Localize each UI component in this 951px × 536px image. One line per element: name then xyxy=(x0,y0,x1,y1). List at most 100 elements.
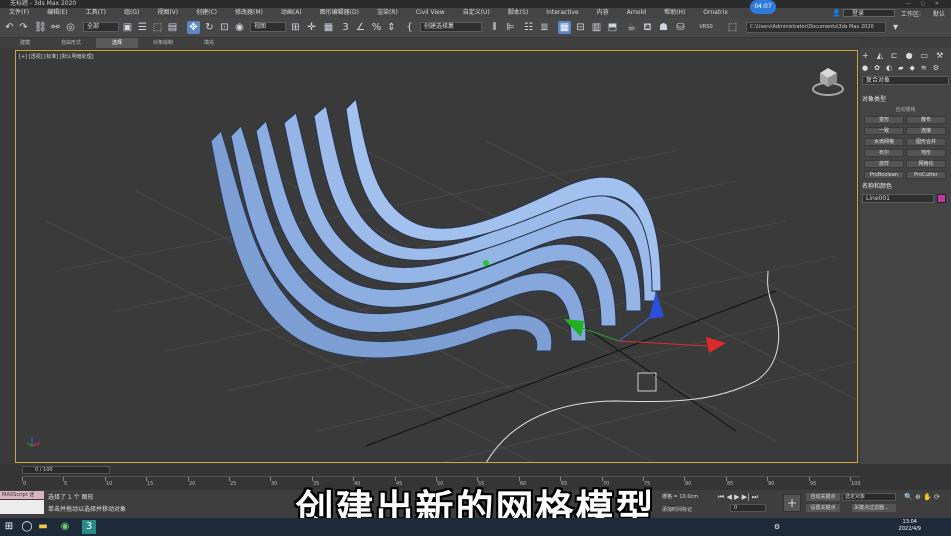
lights-icon[interactable]: ◐ xyxy=(886,64,892,72)
snaps-toggle-icon[interactable]: 3 xyxy=(339,21,352,34)
link-icon[interactable]: ⛓ xyxy=(34,21,47,34)
tab-freeform[interactable]: 自由形式 xyxy=(50,38,92,48)
viewcube-icon[interactable] xyxy=(812,68,844,96)
window-controls[interactable]: — ▢ ✕ xyxy=(906,1,943,7)
render-production-icon[interactable]: ⛾ xyxy=(641,21,654,34)
tab-object-paint[interactable]: 对象绘制 xyxy=(142,38,184,48)
scene-explorer-icon[interactable]: ≣ xyxy=(538,21,551,34)
connect-button[interactable]: 连接 xyxy=(906,127,946,135)
select-object-icon[interactable]: ▣ xyxy=(121,21,134,34)
cameras-icon[interactable]: ▰ xyxy=(898,64,903,72)
tab-modeling[interactable]: 建模 xyxy=(4,38,46,48)
conform-button[interactable]: 一致 xyxy=(864,127,904,135)
edit-named-selection-icon[interactable]: { xyxy=(403,21,416,34)
redo-icon[interactable]: ↷ xyxy=(17,21,30,34)
selection-filter-dropdown[interactable]: 全部 xyxy=(83,22,119,32)
scatter-button[interactable]: 散布 xyxy=(906,116,946,124)
vray-render-icon[interactable]: ⛁ xyxy=(674,21,687,34)
terrain-button[interactable]: 地形 xyxy=(906,149,946,157)
menu-modifiers[interactable]: 修改器(M) xyxy=(226,8,272,18)
menu-create[interactable]: 创建(C) xyxy=(187,8,226,18)
loft-button[interactable]: 放样 xyxy=(864,160,904,168)
menu-graph-editors[interactable]: 图形编辑器(D) xyxy=(311,8,368,18)
modify-tab-icon[interactable]: ◭ xyxy=(877,51,883,60)
keyboard-shortcut-icon[interactable]: ▦ xyxy=(322,21,335,34)
menu-content[interactable]: 内容 xyxy=(588,8,618,18)
select-manipulate-icon[interactable]: ✛ xyxy=(305,21,318,34)
select-and-rotate-icon[interactable]: ↻ xyxy=(203,21,216,34)
select-by-name-icon[interactable]: ☰ xyxy=(136,21,149,34)
layer-explorer-icon[interactable]: ☷ xyxy=(522,21,535,34)
percent-snap-icon[interactable]: % xyxy=(370,21,383,34)
shapes-icon[interactable]: ✿ xyxy=(874,64,880,72)
menu-ornatrix[interactable]: Ornatrix xyxy=(694,8,737,18)
bind-space-warp-icon[interactable]: ◎ xyxy=(64,21,77,34)
select-and-move-icon[interactable]: ✥ xyxy=(187,21,200,34)
spacewarps-icon[interactable]: ≋ xyxy=(921,64,927,72)
unlink-icon[interactable]: ⚯ xyxy=(49,21,62,34)
auto-grid-checkbox[interactable]: 自动栅格 xyxy=(862,106,949,113)
proboolean-button[interactable]: ProBoolean xyxy=(864,171,904,179)
menu-file[interactable]: 文件(F) xyxy=(0,8,38,18)
motion-tab-icon[interactable]: ● xyxy=(906,51,913,60)
menu-rendering[interactable]: 渲染(R) xyxy=(368,8,407,18)
tab-populate[interactable]: 填充 xyxy=(188,38,230,48)
rect-selection-icon[interactable]: ⬚ xyxy=(151,21,164,34)
name-and-color-rollout[interactable]: 名称和颜色 xyxy=(862,183,949,191)
object-type-rollout[interactable]: 对象类型 xyxy=(862,96,949,104)
curve-editor-icon[interactable]: ▦ xyxy=(558,21,571,34)
hierarchy-tab-icon[interactable]: ⊏ xyxy=(891,51,898,60)
procutter-button[interactable]: ProCutter xyxy=(906,171,946,179)
project-path-field[interactable]: C:\Users\Administrator\Documents\3ds Max… xyxy=(746,22,886,33)
display-tab-icon[interactable]: ▭ xyxy=(921,51,929,60)
menu-arnold[interactable]: Arnold xyxy=(618,8,655,18)
mesher-button[interactable]: 网格化 xyxy=(906,160,946,168)
perspective-viewport[interactable]: [+] [透视] [标准] [默认明暗处理] xyxy=(15,50,858,463)
geometry-icon[interactable]: ● xyxy=(862,64,868,72)
object-color-swatch[interactable] xyxy=(937,194,946,203)
mirror-icon[interactable]: ⫴ xyxy=(488,21,501,34)
windows-start-icon[interactable]: ⊞ xyxy=(2,520,16,534)
select-and-scale-icon[interactable]: ⊡ xyxy=(218,21,231,34)
pivot-center-icon[interactable]: ⊞ xyxy=(289,21,302,34)
menu-civil-view[interactable]: Civil View xyxy=(407,8,454,18)
spinner-snap-icon[interactable]: ⇕ xyxy=(385,21,398,34)
select-place-icon[interactable]: ◉ xyxy=(233,21,246,34)
menu-edit[interactable]: 编辑(E) xyxy=(38,8,76,18)
search-icon[interactable]: ◯ xyxy=(20,520,34,534)
boolean-button[interactable]: 布尔 xyxy=(864,149,904,157)
window-crossing-icon[interactable]: ▤ xyxy=(166,21,179,34)
helpers-icon[interactable]: ◆ xyxy=(909,64,914,72)
object-name-field[interactable]: Line001 xyxy=(862,194,934,203)
menu-customize[interactable]: 自定义(U) xyxy=(454,8,499,18)
utilities-tab-icon[interactable]: ⚒ xyxy=(936,51,943,60)
create-tab-icon[interactable]: + xyxy=(862,51,869,60)
login-field[interactable]: 登录 xyxy=(842,9,895,17)
menu-animation[interactable]: 动画(A) xyxy=(272,8,311,18)
mesh-object[interactable] xyxy=(210,97,662,359)
menu-group[interactable]: 组(G) xyxy=(115,8,148,18)
morph-button[interactable]: 变形 xyxy=(864,116,904,124)
time-slider[interactable]: 0 / 100 xyxy=(22,466,110,474)
schematic-view-icon[interactable]: ⊟ xyxy=(574,21,587,34)
3dsmax-taskbar-icon[interactable]: 3 xyxy=(82,520,96,534)
material-editor-icon[interactable]: ▥ xyxy=(590,21,603,34)
render-iterative-icon[interactable]: ☗ xyxy=(657,21,670,34)
file-explorer-icon[interactable]: ▬ xyxy=(36,520,50,534)
menu-scripting[interactable]: 脚本(S) xyxy=(499,8,538,18)
object-category-dropdown[interactable]: 复合对象 xyxy=(862,76,949,85)
tray-icons[interactable]: ⚙ ☁ 🔊 中 xyxy=(770,520,784,534)
menu-interactive[interactable]: Interactive xyxy=(537,8,587,18)
browser-icon[interactable]: ◉ xyxy=(58,520,72,534)
render-frame-icon[interactable]: ☕ xyxy=(625,21,638,34)
menu-help[interactable]: 帮助(H) xyxy=(655,8,694,18)
path-dropdown-icon[interactable]: ▾ xyxy=(889,21,902,34)
named-selection-dropdown[interactable]: 创建选择集 xyxy=(420,22,482,32)
reference-coordinate-dropdown[interactable]: 视图 xyxy=(250,22,286,32)
blobmesh-button[interactable]: 水滴网格 xyxy=(864,138,904,146)
tab-selection[interactable]: 选择 xyxy=(96,38,138,48)
align-icon[interactable]: ⊫ xyxy=(504,21,517,34)
shapemerge-button[interactable]: 图形合并 xyxy=(906,138,946,146)
render-setup-icon[interactable]: ⬒ xyxy=(606,21,619,34)
angle-snap-icon[interactable]: ∠ xyxy=(354,21,367,34)
